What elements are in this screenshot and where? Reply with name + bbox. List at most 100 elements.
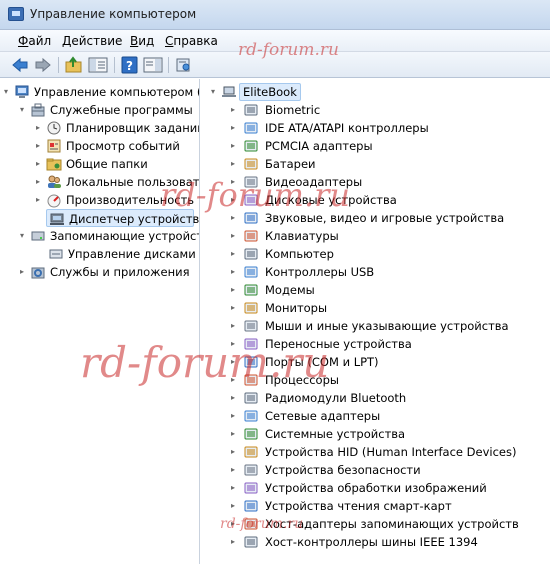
expand-arrow-icon[interactable]: ▸ (231, 358, 239, 366)
device-category-row[interactable]: ▸ PCMCIA адаптеры (231, 137, 549, 155)
device-category-row[interactable]: ▸ Контроллеры USB (231, 263, 549, 281)
expand-arrow-icon[interactable]: ▸ (231, 214, 239, 222)
device-category-row[interactable]: ▸ Батареи (231, 155, 549, 173)
toolbar-separator (58, 57, 59, 73)
tree-item-services-apps[interactable]: ▸ Службы и приложения (20, 263, 198, 281)
device-category-row[interactable]: ▸ Сетевые адаптеры (231, 407, 549, 425)
expand-arrow-icon[interactable]: ▸ (231, 124, 239, 132)
expand-arrow-icon[interactable]: ▾ (4, 88, 12, 96)
device-category-row[interactable]: ▸ Системные устройства (231, 425, 549, 443)
help-icon[interactable]: ? (120, 56, 140, 74)
menu-view[interactable]: Вид (130, 34, 154, 48)
tree-label: Сетевые адаптеры (265, 409, 381, 423)
device-category-icon (243, 282, 259, 298)
expand-arrow-icon[interactable]: ▸ (231, 304, 239, 312)
action-pane-icon[interactable] (143, 56, 163, 74)
expand-arrow-icon[interactable]: ▸ (231, 412, 239, 420)
expand-arrow-icon[interactable]: ▸ (231, 376, 239, 384)
tree-label: Батареи (265, 157, 316, 171)
expand-arrow-icon[interactable]: ▸ (231, 430, 239, 438)
tree-root-computer-management[interactable]: ▾ Управление компьютером (л (4, 83, 199, 101)
device-category-icon (243, 228, 259, 244)
tree-label: Диспетчер устройств (69, 212, 200, 226)
expand-arrow-icon[interactable]: ▸ (231, 286, 239, 294)
expand-arrow-icon[interactable]: ▸ (36, 124, 44, 132)
expand-arrow-icon[interactable]: ▸ (36, 196, 44, 204)
expand-arrow-icon[interactable]: ▸ (36, 178, 44, 186)
device-tree-root[interactable]: ▾ EliteBook (211, 83, 331, 101)
expand-arrow-icon[interactable]: ▸ (231, 538, 239, 546)
up-folder-icon[interactable] (64, 56, 84, 74)
device-category-row[interactable]: ▸ Дисковые устройства (231, 191, 549, 209)
expand-arrow-icon[interactable]: ▸ (231, 520, 239, 528)
device-category-row[interactable]: ▸ Переносные устройства (231, 335, 549, 353)
device-category-row[interactable]: ▸ Модемы (231, 281, 549, 299)
toolbox-icon (30, 102, 46, 118)
device-category-row[interactable]: ▸ Процессоры (231, 371, 549, 389)
device-category-row[interactable]: ▸ Видеоадаптеры (231, 173, 549, 191)
device-category-row[interactable]: ▸ IDE ATA/ATAPI контроллеры (231, 119, 549, 137)
expand-arrow-icon[interactable]: ▸ (231, 448, 239, 456)
forward-arrow-icon[interactable] (33, 56, 53, 74)
device-category-row[interactable]: ▸ Устройства HID (Human Interface Devices… (231, 443, 549, 461)
expand-arrow-icon[interactable]: ▾ (211, 88, 219, 96)
tree-item-performance[interactable]: ▸ Производительность (36, 191, 198, 209)
expand-arrow-icon[interactable]: ▸ (231, 142, 239, 150)
expand-arrow-icon[interactable]: ▸ (36, 142, 44, 150)
device-category-row[interactable]: ▸ Мыши и иные указывающие устройства (231, 317, 549, 335)
device-category-icon (243, 174, 259, 190)
device-category-row[interactable]: ▸ Мониторы (231, 299, 549, 317)
expand-arrow-icon[interactable]: ▸ (231, 196, 239, 204)
expand-arrow-icon[interactable]: ▸ (231, 160, 239, 168)
expand-arrow-icon[interactable]: ▸ (20, 268, 28, 276)
expand-arrow-icon[interactable]: ▸ (231, 502, 239, 510)
device-category-row[interactable]: ▸ Устройства обработки изображений (231, 479, 549, 497)
device-category-row[interactable]: ▸ Biometric (231, 101, 549, 119)
device-category-row[interactable]: ▸ Хост-адаптеры запоминающих устройств (231, 515, 549, 533)
device-category-row[interactable]: ▸ Устройства чтения смарт-карт (231, 497, 549, 515)
expand-arrow-icon[interactable]: ▾ (20, 106, 28, 114)
tree-item-device-manager[interactable]: Диспетчер устройств (46, 209, 199, 227)
show-hide-tree-icon[interactable] (88, 56, 108, 74)
tree-item-task-scheduler[interactable]: ▸ Планировщик заданий (36, 119, 200, 137)
svg-text:?: ? (126, 59, 133, 73)
tree-item-event-viewer[interactable]: ▸ Просмотр событий (36, 137, 198, 155)
tree-item-disk-management[interactable]: Управление дисками (46, 245, 196, 263)
tree-label: Производительность (66, 193, 195, 207)
device-category-row[interactable]: ▸ Хост-контроллеры шины IEEE 1394 (231, 533, 549, 551)
tree-item-system-tools[interactable]: ▾ Служебные программы (20, 101, 198, 119)
tree-item-storage[interactable]: ▾ Запоминающие устройст (20, 227, 199, 245)
tree-label: Управление дисками (68, 247, 196, 261)
expand-arrow-icon[interactable]: ▸ (231, 322, 239, 330)
clock-icon (46, 120, 62, 136)
tree-item-shared-folders[interactable]: ▸ Общие папки (36, 155, 198, 173)
menu-action[interactable]: Действие (62, 34, 122, 48)
menu-help[interactable]: Справка (165, 34, 218, 48)
expand-arrow-icon[interactable]: ▸ (231, 484, 239, 492)
expand-arrow-icon[interactable]: ▸ (231, 466, 239, 474)
expand-arrow-icon[interactable]: ▸ (231, 178, 239, 186)
expand-arrow-icon[interactable]: ▾ (20, 232, 28, 240)
expand-arrow-icon[interactable]: ▸ (36, 160, 44, 168)
device-category-row[interactable]: ▸ Звуковые, видео и игровые устройства (231, 209, 549, 227)
expand-arrow-icon[interactable]: ▸ (231, 232, 239, 240)
properties-icon[interactable] (174, 56, 194, 74)
expand-arrow-icon[interactable]: ▸ (231, 340, 239, 348)
back-arrow-icon[interactable] (10, 56, 30, 74)
device-category-row[interactable]: ▸ Клавиатуры (231, 227, 549, 245)
tree-label: PCMCIA адаптеры (265, 139, 373, 153)
device-category-row[interactable]: ▸ Устройства безопасности (231, 461, 549, 479)
expand-arrow-icon[interactable]: ▸ (231, 394, 239, 402)
device-category-icon (243, 372, 259, 388)
expand-arrow-icon[interactable]: ▸ (231, 106, 239, 114)
device-category-row[interactable]: ▸ Порты (COM и LPT) (231, 353, 549, 371)
device-category-icon (243, 480, 259, 496)
expand-arrow-icon[interactable]: ▸ (231, 250, 239, 258)
tree-label: Мониторы (265, 301, 328, 315)
expand-arrow-icon[interactable]: ▸ (231, 268, 239, 276)
menu-file[interactable]: Файл (18, 34, 51, 48)
device-category-row[interactable]: ▸ Компьютер (231, 245, 549, 263)
tree-item-local-users[interactable]: ▸ Локальные пользовате (36, 173, 199, 191)
device-category-row[interactable]: ▸ Радиомодули Bluetooth (231, 389, 549, 407)
tree-label: Планировщик заданий (66, 121, 200, 135)
